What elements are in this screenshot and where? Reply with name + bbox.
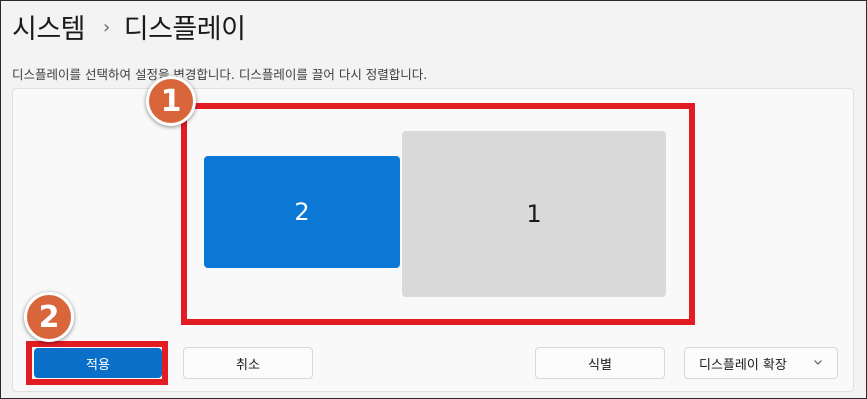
page-title: 디스플레이 — [123, 13, 246, 45]
highlight-apply-button — [26, 341, 168, 385]
breadcrumb-item-system[interactable]: 시스템 — [12, 7, 86, 46]
chevron-right-icon: › — [103, 16, 110, 38]
display-mode-value: 디스플레이 확장 — [699, 357, 787, 373]
step-badge-1-number: 1 — [160, 83, 182, 119]
arrangement-instruction: 디스플레이를 선택하여 설정을 변경합니다. 디스플레이를 끌어 다시 정렬합니… — [12, 67, 428, 82]
cancel-button[interactable]: 취소 — [183, 347, 313, 379]
display-mode-dropdown[interactable]: 디스플레이 확장 — [684, 347, 838, 379]
step-badge-2-number: 2 — [38, 299, 60, 335]
step-badge-2: 2 — [24, 292, 74, 342]
identify-button[interactable]: 식별 — [535, 347, 665, 379]
highlight-displays — [181, 103, 695, 325]
chevron-down-icon — [814, 360, 822, 365]
breadcrumb: 시스템 › 디스플레이 — [12, 6, 246, 46]
step-badge-1: 1 — [146, 76, 196, 126]
